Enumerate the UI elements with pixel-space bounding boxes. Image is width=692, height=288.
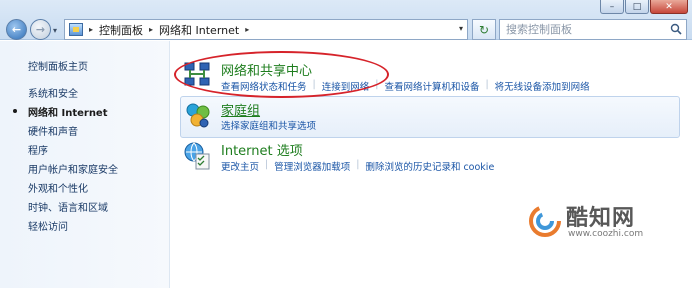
network-center-icon <box>184 62 210 86</box>
search-icon[interactable] <box>670 23 682 35</box>
close-button[interactable]: ✕ <box>650 0 688 14</box>
internet-options-icon <box>184 142 210 170</box>
coozhi-logo-icon <box>529 205 561 237</box>
address-dropdown-icon[interactable]: ▾ <box>459 24 463 33</box>
choose-homegroup-sharing-link[interactable]: 选择家庭组和共享选项 <box>221 118 322 132</box>
network-links: 查看网络状态和任务 | 连接到网络 | 查看网络计算机和设备 | 将无线设备添加… <box>221 79 596 93</box>
connect-to-network-link[interactable]: 连接到网络 <box>316 79 376 93</box>
nav-user-accounts[interactable]: 用户帐户和家庭安全 <box>28 161 118 176</box>
history-dropdown-icon[interactable]: ▾ <box>53 26 57 35</box>
control-panel-icon <box>69 23 83 36</box>
nav-control-panel-home[interactable]: 控制面板主页 <box>28 58 88 73</box>
nav-ease-of-access[interactable]: 轻松访问 <box>28 218 68 233</box>
change-homepage-link[interactable]: 更改主页 <box>221 159 265 173</box>
chevron-right-icon[interactable]: ▸ <box>149 25 153 34</box>
maximize-button[interactable]: □ <box>625 0 649 14</box>
search-input[interactable]: 搜索控制面板 <box>499 19 687 40</box>
left-navigation-pane: 控制面板主页 系统和安全 网络和 Internet 硬件和声音 程序 用户帐户和… <box>0 41 170 288</box>
window-controls: – □ ✕ <box>600 0 688 14</box>
watermark-url: www.coozhi.com <box>568 229 644 239</box>
address-bar[interactable]: ▸ 控制面板 ▸ 网络和 Internet ▸ ▾ <box>64 19 468 40</box>
add-wireless-device-link[interactable]: 将无线设备添加到网络 <box>489 79 596 93</box>
homegroup-icon <box>186 103 210 128</box>
chevron-right-icon[interactable]: ▸ <box>89 25 93 34</box>
title-bar: – □ ✕ ← → ▾ ▸ 控制面板 ▸ 网络和 Internet ▸ ▾ ↻ … <box>0 0 692 40</box>
minimize-button[interactable]: – <box>600 0 624 14</box>
forward-button[interactable]: → <box>30 19 51 40</box>
nav-appearance[interactable]: 外观和个性化 <box>28 180 88 195</box>
breadcrumb-control-panel[interactable]: 控制面板 <box>99 22 143 38</box>
view-network-status-link[interactable]: 查看网络状态和任务 <box>221 79 313 93</box>
current-item-bullet <box>13 109 17 113</box>
nav-network-internet: 网络和 Internet <box>28 108 108 119</box>
manage-addons-link[interactable]: 管理浏览器加载项 <box>268 159 356 173</box>
view-network-computers-link[interactable]: 查看网络计算机和设备 <box>378 79 485 93</box>
back-button[interactable]: ← <box>6 19 27 40</box>
delete-browsing-history-link[interactable]: 删除浏览的历史记录和 cookie <box>359 159 500 173</box>
refresh-button[interactable]: ↻ <box>472 19 496 40</box>
watermark: 酷知网 www.coozhi.com <box>520 198 680 246</box>
internet-options-links: 更改主页 | 管理浏览器加载项 | 删除浏览的历史记录和 cookie <box>221 159 500 173</box>
network-sharing-center-title[interactable]: 网络和共享中心 <box>221 60 312 79</box>
homegroup-links: 选择家庭组和共享选项 <box>221 118 322 132</box>
homegroup-title[interactable]: 家庭组 <box>221 100 260 119</box>
chevron-right-icon[interactable]: ▸ <box>245 25 249 34</box>
watermark-name: 酷知网 <box>566 205 636 231</box>
search-placeholder: 搜索控制面板 <box>506 23 572 36</box>
internet-options-title[interactable]: Internet 选项 <box>221 140 303 159</box>
nav-programs[interactable]: 程序 <box>28 142 48 157</box>
nav-hardware-sound[interactable]: 硬件和声音 <box>28 123 78 138</box>
breadcrumb-network-internet[interactable]: 网络和 Internet <box>159 22 239 38</box>
nav-system-security[interactable]: 系统和安全 <box>28 85 78 100</box>
nav-clock-language-region[interactable]: 时钟、语言和区域 <box>28 199 108 214</box>
